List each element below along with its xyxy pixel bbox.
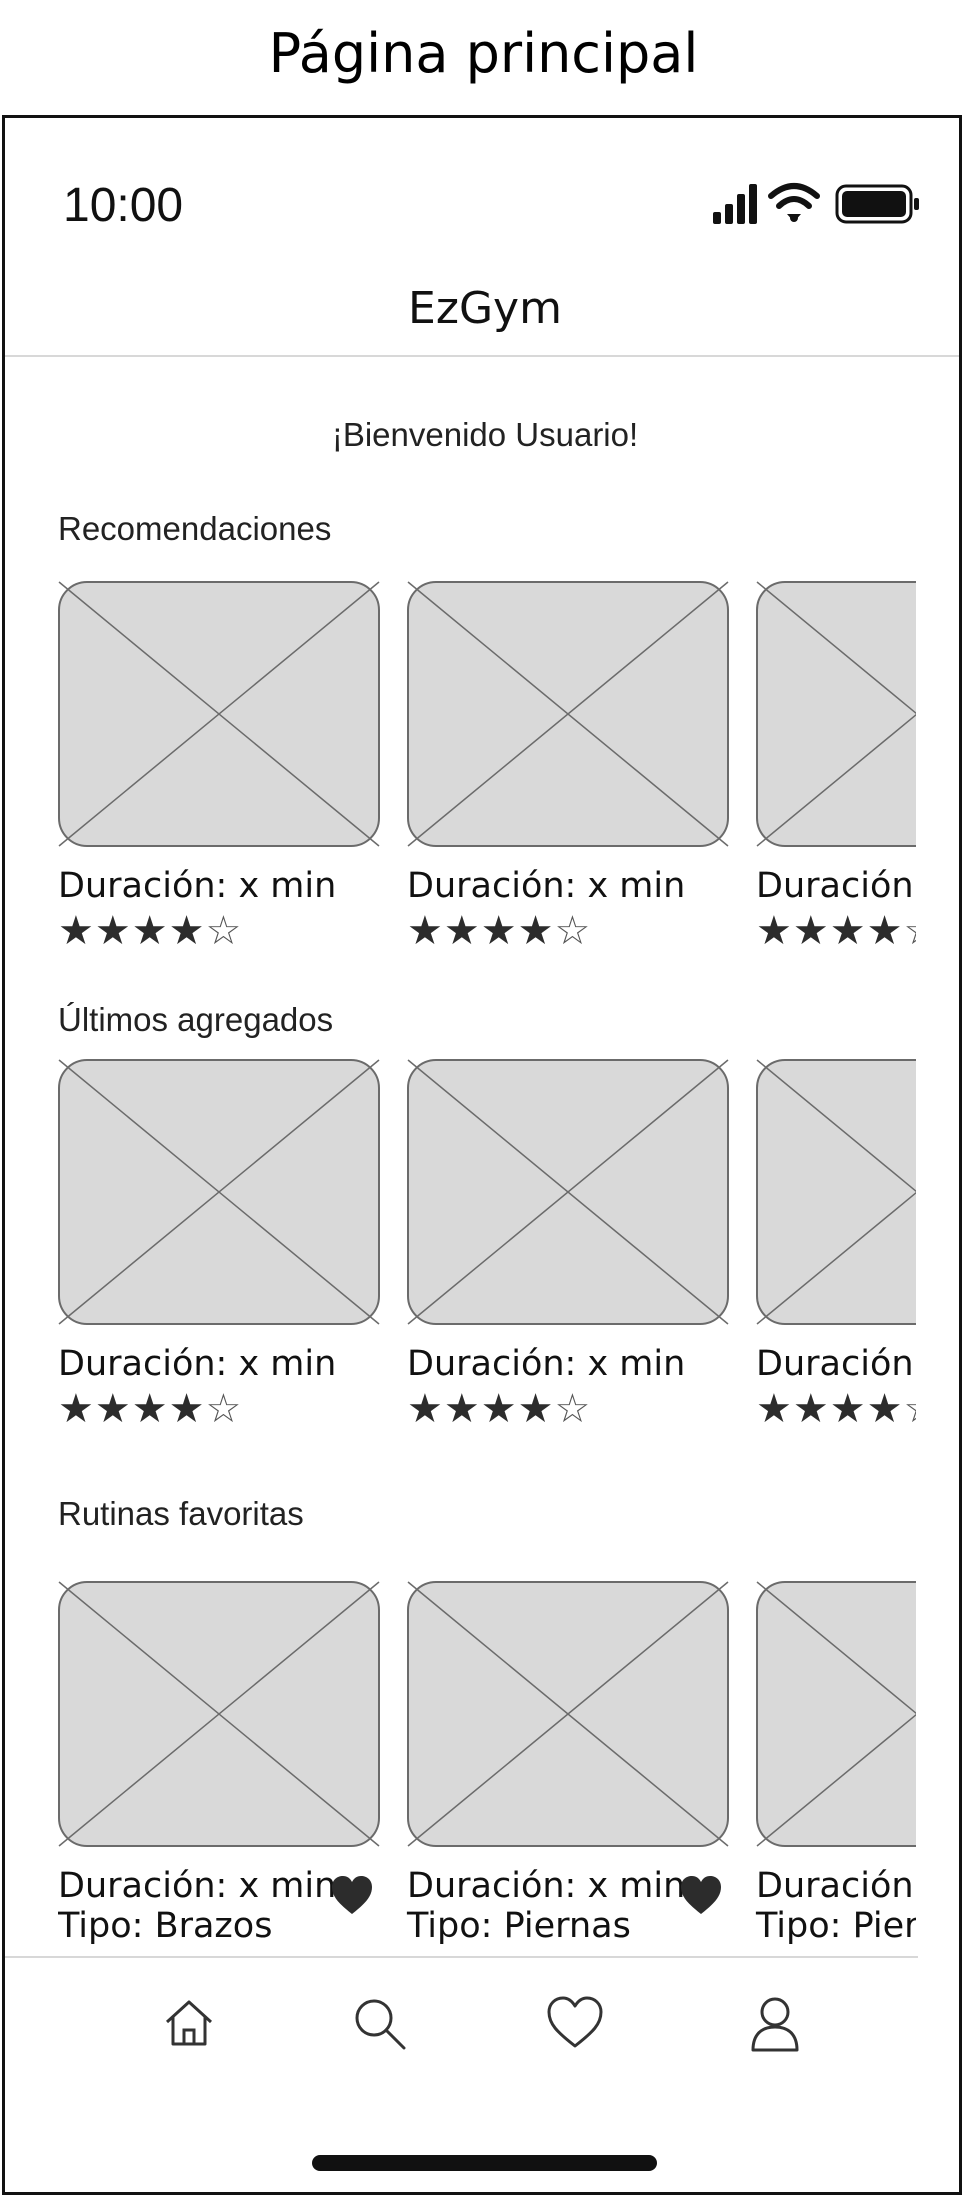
status-time: 10:00 bbox=[63, 179, 184, 232]
rating-stars: ★★★★☆ bbox=[407, 909, 592, 953]
section-title-favorites: Rutinas favoritas bbox=[58, 1495, 304, 1532]
section-title-recommendations: Recomendaciones bbox=[58, 510, 332, 547]
heart-filled-icon[interactable] bbox=[679, 1874, 723, 1918]
page-heading: Página principal bbox=[268, 22, 699, 85]
card-type: Tipo: Piernas bbox=[756, 1906, 916, 1946]
card-type: Tipo: Brazos bbox=[58, 1906, 273, 1946]
card-duration: Duración: x min bbox=[58, 1866, 337, 1906]
search-icon[interactable] bbox=[350, 1994, 410, 2054]
wifi-icon bbox=[768, 183, 820, 222]
image-placeholder bbox=[407, 1059, 729, 1325]
app-title: EzGym bbox=[408, 283, 562, 334]
image-placeholder bbox=[407, 581, 729, 847]
carousel-recommendations[interactable]: Duración: x min ★★★★☆ Duración: x min ★★… bbox=[58, 581, 916, 1001]
bottom-nav bbox=[5, 1958, 959, 2068]
carousel-favorites[interactable]: Duración: x min Tipo: Brazos Duración: x… bbox=[58, 1581, 916, 1956]
card-duration: Duración: x min bbox=[407, 1866, 686, 1906]
battery-icon bbox=[835, 184, 919, 224]
card-duration: Duración: x min bbox=[407, 866, 686, 906]
image-placeholder bbox=[756, 1581, 916, 1847]
welcome-message: ¡Bienvenido Usuario! bbox=[331, 416, 639, 453]
image-placeholder bbox=[58, 581, 380, 847]
rating-stars: ★★★★☆ bbox=[407, 1387, 592, 1431]
image-placeholder bbox=[58, 1581, 380, 1847]
user-icon[interactable] bbox=[745, 1994, 805, 2054]
signal-icon bbox=[713, 184, 757, 224]
image-placeholder bbox=[756, 1059, 916, 1325]
card-type: Tipo: Piernas bbox=[407, 1906, 631, 1946]
image-placeholder bbox=[407, 1581, 729, 1847]
card-duration: Duración: x min bbox=[756, 1866, 916, 1906]
section-title-latest: Últimos agregados bbox=[58, 1001, 334, 1038]
card-duration: Duración: x min bbox=[58, 866, 337, 906]
card-duration: Duración: x min bbox=[756, 1344, 916, 1384]
heart-filled-icon[interactable] bbox=[330, 1874, 374, 1918]
card-duration: Duración: x min bbox=[58, 1344, 337, 1384]
carousel-latest[interactable]: Duración: x min ★★★★☆ Duración: x min ★★… bbox=[58, 1059, 916, 1479]
rating-stars: ★★★★☆ bbox=[756, 909, 916, 953]
home-indicator[interactable] bbox=[312, 2155, 657, 2171]
phone-frame: 10:00 EzGym ¡Bienvenido Usuario! Recomen… bbox=[2, 115, 962, 2195]
home-icon[interactable] bbox=[159, 1994, 219, 2054]
image-placeholder bbox=[756, 581, 916, 847]
card-duration: Duración: x min bbox=[407, 1344, 686, 1384]
status-icons bbox=[713, 183, 919, 224]
image-placeholder bbox=[58, 1059, 380, 1325]
rating-stars: ★★★★☆ bbox=[58, 1387, 243, 1431]
header-divider bbox=[5, 355, 959, 357]
card-duration: Duración: x min bbox=[756, 866, 916, 906]
heart-icon[interactable] bbox=[545, 1994, 605, 2054]
rating-stars: ★★★★☆ bbox=[58, 909, 243, 953]
rating-stars: ★★★★☆ bbox=[756, 1387, 916, 1431]
